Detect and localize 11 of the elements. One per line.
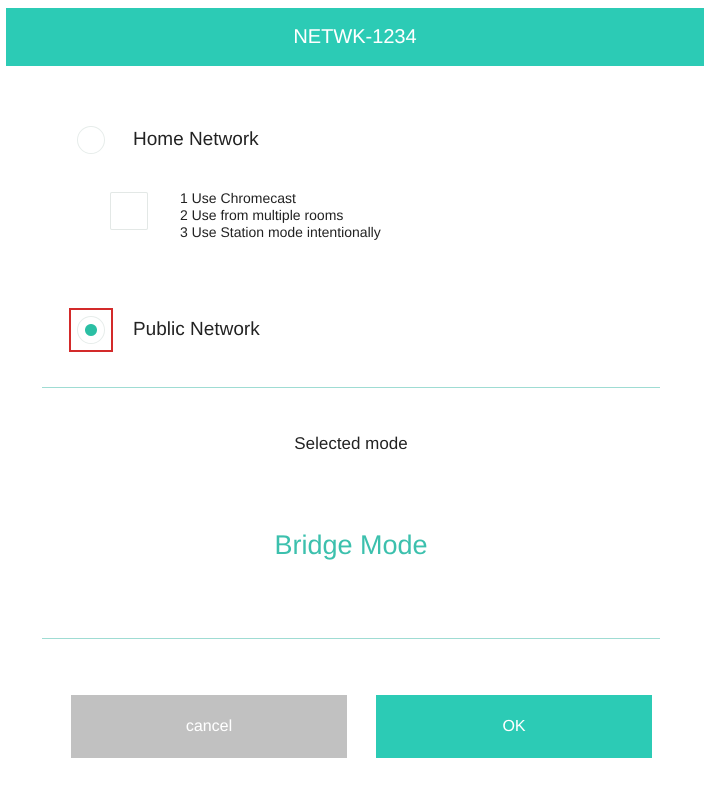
mode-caption: Selected mode: [294, 434, 408, 454]
mode-value: Bridge Mode: [274, 530, 428, 561]
option-description: 1 Use Chromecast: [180, 190, 297, 207]
checkbox[interactable]: [110, 192, 148, 230]
option-label[interactable]: Home Network: [133, 129, 259, 151]
window-title: NETWK-1234: [293, 26, 417, 48]
radio-button[interactable]: [77, 316, 105, 344]
option-label[interactable]: Public Network: [133, 319, 260, 341]
option-description: 3 Use Station mode intentionally: [180, 224, 381, 241]
radio-button[interactable]: [77, 126, 105, 154]
option-description: 2 Use from multiple rooms: [180, 207, 344, 224]
